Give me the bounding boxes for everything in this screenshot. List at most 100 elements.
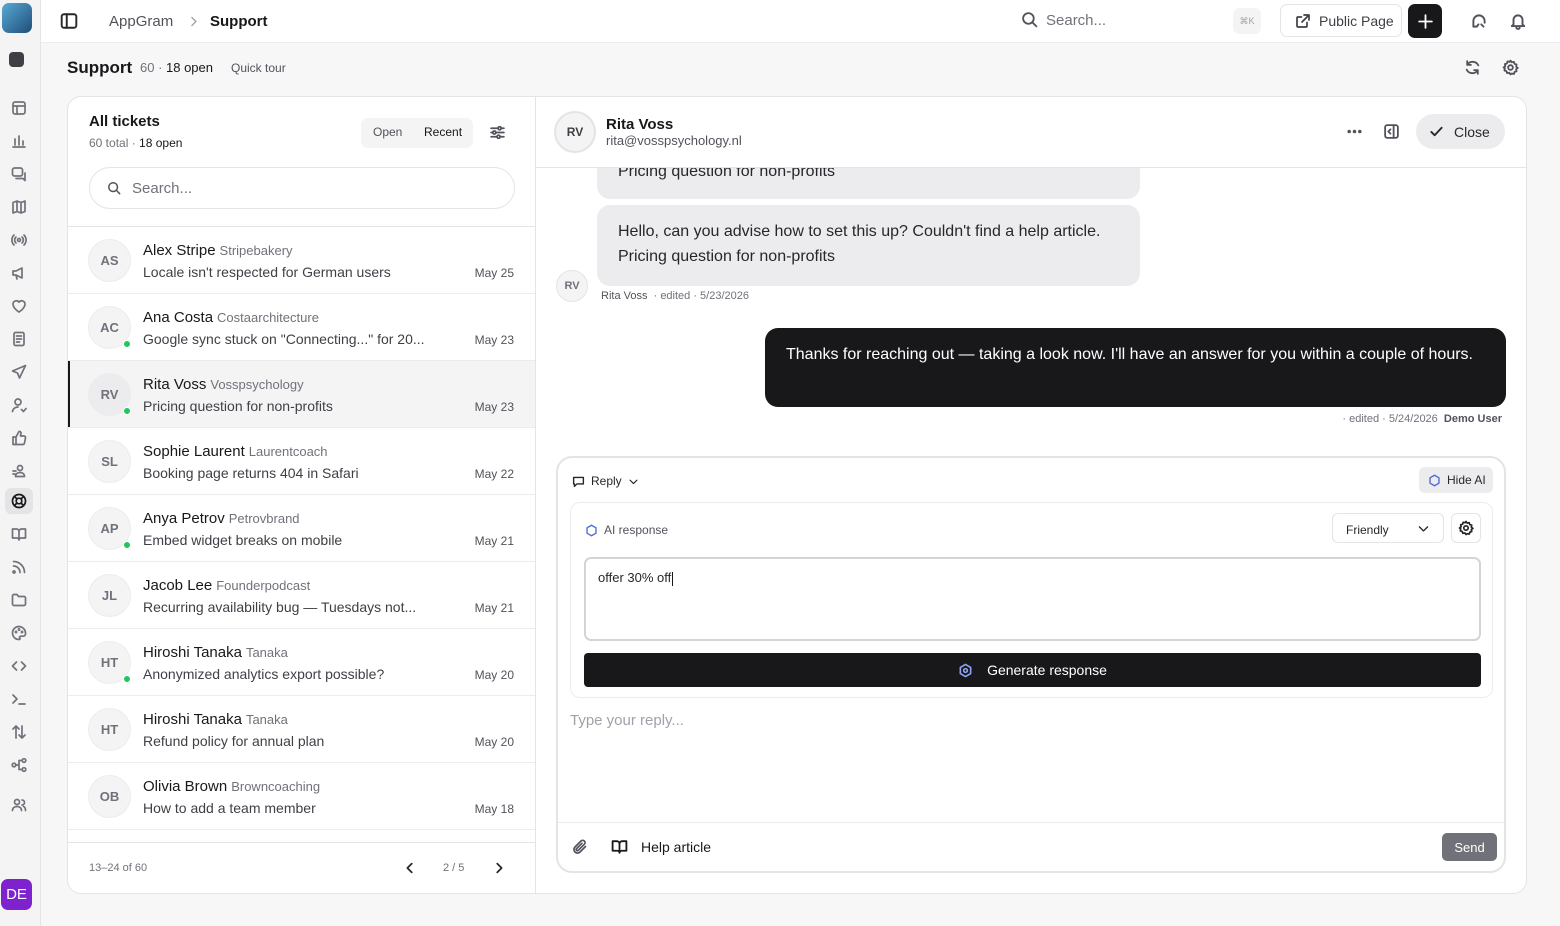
pagination-range: 13–24 of 60	[89, 862, 148, 874]
ticket-date: May 20	[474, 735, 514, 749]
ai-prompt-input[interactable]: offer 30% off	[584, 557, 1481, 641]
ticket-row[interactable]: HT Hiroshi Tanaka Tanaka Refund policy for …	[68, 696, 535, 763]
chat-icon[interactable]	[11, 166, 29, 184]
sort-icon[interactable]	[11, 724, 29, 742]
settings-gear-icon[interactable]	[1502, 59, 1519, 76]
ticket-row[interactable]: SL Sophie Laurent Laurentcoach Booking page…	[68, 428, 535, 495]
search-icon	[108, 182, 121, 195]
ticket-subject: How to add a team member	[143, 800, 316, 816]
broadcast-icon[interactable]	[11, 232, 29, 250]
close-ticket-button[interactable]: Close	[1416, 114, 1505, 149]
ticket-row[interactable]: JL Jacob Lee Founderpodcast Recurring avail…	[68, 562, 535, 629]
megaphone-icon[interactable]	[11, 265, 29, 283]
support-icon[interactable]	[5, 488, 33, 514]
ticket-row[interactable]: AP Anya Petrov Petrovbrand Embed widget bre…	[68, 495, 535, 562]
thumbs-up-icon[interactable]	[11, 430, 29, 448]
workflow-icon[interactable]	[11, 757, 29, 775]
global-search-input[interactable]: Search...	[1046, 12, 1106, 29]
check-icon	[1430, 126, 1443, 137]
support-chat-icon[interactable]	[1470, 12, 1488, 30]
ai-icon	[1429, 474, 1440, 486]
list-summary: 60 total · 18 open	[89, 136, 183, 150]
help-article-button[interactable]: Help article	[611, 838, 711, 855]
hide-ai-button[interactable]: Hide AI	[1419, 467, 1493, 493]
ticket-date: May 18	[474, 802, 514, 816]
ticket-date: May 21	[474, 534, 514, 548]
ticket-search-input[interactable]: Search...	[89, 167, 515, 209]
heart-icon[interactable]	[11, 298, 29, 316]
ticket-avatar: SL	[88, 440, 131, 483]
public-page-button[interactable]: Public Page	[1280, 4, 1402, 37]
ticket-row[interactable]: AS Alex Stripe Stripebakery Locale isn't re…	[68, 227, 535, 294]
generate-response-button[interactable]: Generate response	[584, 653, 1481, 687]
ai-settings-button[interactable]	[1451, 513, 1481, 543]
close-ticket-label: Close	[1454, 123, 1490, 140]
document-icon[interactable]	[11, 331, 29, 349]
ticket-customer: Rita Voss Vosspsychology	[143, 376, 304, 393]
create-button[interactable]	[1408, 4, 1442, 38]
top-bar: AppGram Support Search... ⌘K Public Page	[41, 0, 1560, 43]
gear-icon	[1458, 520, 1474, 536]
people-icon[interactable]	[11, 463, 29, 481]
ticket-customer: Anya Petrov Petrovbrand	[143, 510, 300, 527]
composer-footer: Help article Send	[558, 822, 1504, 871]
team-icon[interactable]	[11, 797, 29, 815]
user-icon[interactable]	[11, 397, 29, 415]
map-icon[interactable]	[11, 199, 29, 217]
left-rail: DE	[0, 0, 41, 926]
send-icon[interactable]	[11, 364, 29, 382]
message-bubble: Hello, can you advise how to set this up…	[597, 205, 1140, 286]
palette-icon[interactable]	[11, 625, 29, 643]
ticket-subject: Booking page returns 404 in Safari	[143, 465, 359, 481]
terminal-icon[interactable]	[11, 691, 29, 709]
ticket-subject: Embed widget breaks on mobile	[143, 532, 343, 548]
app-logo[interactable]	[2, 3, 32, 33]
search-shortcut: ⌘K	[1233, 8, 1261, 34]
quick-tour-link[interactable]: Quick tour	[231, 61, 286, 75]
rss-icon[interactable]	[11, 559, 29, 577]
ticket-row[interactable]: HT Hiroshi Tanaka Tanaka Anonymized analyti…	[68, 629, 535, 696]
breadcrumb-appgram[interactable]: AppGram	[109, 13, 173, 30]
public-page-label: Public Page	[1319, 12, 1394, 29]
send-button[interactable]: Send	[1442, 833, 1497, 861]
ticket-customer: Hiroshi Tanaka Tanaka	[143, 644, 288, 661]
tab-recent[interactable]: Recent	[424, 125, 462, 139]
tone-select[interactable]: Friendly	[1332, 513, 1444, 543]
chevron-left-icon[interactable]	[403, 861, 417, 875]
reply-input[interactable]: Type your reply...	[570, 712, 684, 729]
tab-open[interactable]: Open	[373, 125, 402, 139]
ticket-subject: Google sync stuck on "Connecting..." for…	[143, 331, 425, 347]
ticket-avatar: AS	[88, 239, 131, 282]
breadcrumb-support: Support	[210, 13, 268, 30]
filter-icon[interactable]	[489, 124, 506, 141]
more-options-icon[interactable]	[1346, 123, 1363, 140]
user-avatar[interactable]: DE	[1, 879, 32, 910]
folder-icon[interactable]	[11, 592, 29, 610]
ticket-customer: Olivia Brown Browncoaching	[143, 778, 321, 795]
open-count: 18 open	[166, 60, 213, 75]
sidebar-toggle-icon[interactable]	[60, 12, 78, 30]
chevron-right-icon[interactable]	[492, 861, 506, 875]
reply-mode-dropdown[interactable]: Reply	[572, 469, 639, 493]
paperclip-icon[interactable]	[572, 839, 588, 855]
code-icon[interactable]	[11, 658, 29, 676]
bell-icon[interactable]	[1509, 12, 1527, 30]
analytics-icon[interactable]	[11, 133, 29, 151]
ticket-row[interactable]: RV Rita Voss Vosspsychology Pricing questio…	[68, 361, 535, 428]
hide-ai-label: Hide AI	[1447, 473, 1486, 487]
online-status-indicator	[123, 541, 131, 549]
message-icon	[572, 476, 585, 487]
contact-email: rita@vosspsychology.nl	[606, 133, 742, 148]
workspace-icon[interactable]	[9, 52, 24, 67]
ticket-row[interactable]: AC Ana Costa Costaarchitecture Google sync …	[68, 294, 535, 361]
online-status-indicator	[123, 407, 131, 415]
conversation-header: RV Rita Voss rita@vosspsychology.nl Clos…	[536, 97, 1526, 168]
breadcrumb-separator-icon	[187, 15, 200, 28]
ai-response-header: AI response	[585, 523, 668, 537]
book-icon[interactable]	[11, 526, 29, 544]
toggle-details-panel-icon[interactable]	[1383, 123, 1400, 140]
dashboard-icon[interactable]	[11, 100, 29, 118]
refresh-icon[interactable]	[1464, 59, 1481, 76]
ai-icon	[586, 524, 597, 536]
ticket-row[interactable]: OB Olivia Brown Browncoaching How to add a …	[68, 763, 535, 830]
